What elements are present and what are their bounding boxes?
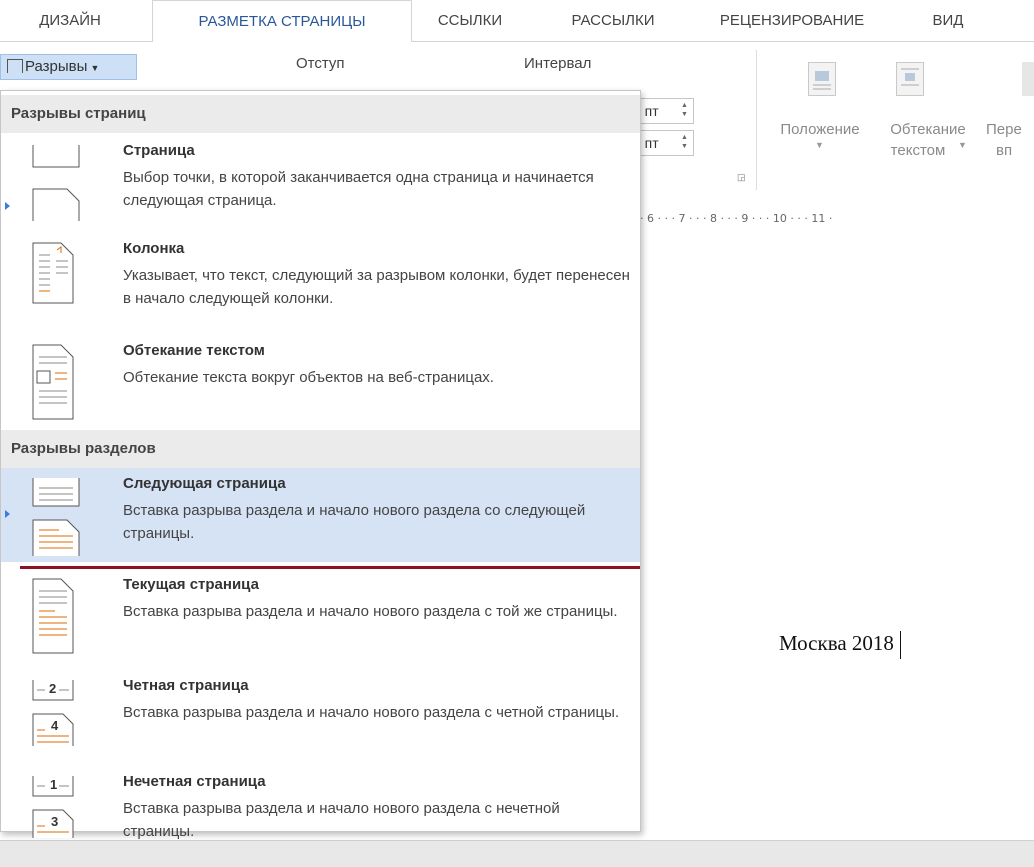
even-page-number-bottom: 4 (51, 718, 59, 733)
chevron-down-icon: ▼ (958, 140, 967, 150)
menu-item-odd-page[interactable]: 1 3 Нечетная страница Вставка разрыва ра… (1, 766, 640, 840)
breaks-button[interactable]: Разрывы ▼ (0, 54, 137, 80)
menu-item-desc: Вставка разрыва раздела и начало нового … (123, 704, 620, 721)
spinner-arrows-icon[interactable]: ▲ ▼ (681, 133, 690, 151)
tab-design[interactable]: ДИЗАЙН (18, 0, 122, 43)
menu-item-title: Четная страница (123, 677, 249, 694)
menu-item-title: Текущая страница (123, 576, 259, 593)
bring-forward-icon[interactable] (1022, 62, 1034, 96)
group-divider (756, 50, 757, 190)
bring-forward-label[interactable]: Пере (986, 119, 1034, 140)
wrap-text-icon[interactable] (896, 62, 924, 96)
document-text[interactable]: Москва 2018 (779, 631, 901, 660)
selection-bar (20, 566, 640, 569)
dialog-launcher-icon[interactable]: ◲ (737, 172, 746, 183)
status-bar (0, 840, 1034, 867)
menu-item-title: Колонка (123, 240, 185, 257)
tab-view[interactable]: ВИД (918, 0, 978, 43)
menu-item-title: Обтекание текстом (123, 342, 265, 359)
menu-item-desc: Вставка разрыва раздела и начало нового … (123, 800, 560, 840)
spacing-label: Интервал (524, 55, 592, 72)
indent-label: Отступ (296, 55, 345, 72)
menu-item-desc: Вставка разрыва раздела и начало нового … (123, 603, 618, 620)
even-page-icon: 2 4 (25, 678, 85, 750)
next-page-icon (25, 476, 85, 556)
horizontal-ruler[interactable]: · 6 · · · 7 · · · 8 · · · 9 · · · 10 · ·… (640, 206, 1034, 232)
odd-page-number-top: 1 (50, 777, 58, 792)
page-break-icon (25, 143, 85, 221)
text-wrapping-icon (25, 343, 85, 420)
menu-item-desc: Выбор точки, в которой заканчивается одн… (123, 169, 594, 209)
section-breaks-header: Разрывы разделов (1, 430, 640, 468)
menu-item-desc: Обтекание текста вокруг объектов на веб-… (123, 369, 494, 386)
bring-forward-label-2: вп (996, 142, 1013, 159)
caret-icon (5, 202, 10, 210)
menu-item-title: Нечетная страница (123, 773, 266, 790)
menu-item-next-page[interactable]: Следующая страница Вставка разрыва разде… (1, 468, 640, 562)
menu-item-page-break[interactable]: Страница Выбор точки, в которой заканчив… (1, 135, 640, 231)
chevron-down-icon: ▼ (815, 140, 824, 150)
menu-item-even-page[interactable]: 2 4 Четная страница Вставка разрыва разд… (1, 670, 640, 760)
document-text-content: Москва 2018 (779, 631, 894, 655)
even-page-number-top: 2 (49, 681, 57, 696)
tab-page-layout[interactable]: РАЗМЕТКА СТРАНИЦЫ (152, 0, 412, 43)
menu-item-desc: Указывает, что текст, следующий за разры… (123, 267, 630, 307)
tab-review[interactable]: РЕЦЕНЗИРОВАНИЕ (700, 0, 884, 43)
menu-item-continuous[interactable]: Текущая страница Вставка разрыва раздела… (1, 569, 640, 661)
wrap-text-button-label[interactable]: Обтекание (872, 119, 984, 140)
continuous-icon (25, 577, 85, 654)
position-icon[interactable] (808, 62, 836, 96)
odd-page-number-bottom: 3 (51, 814, 59, 829)
ribbon-tabs: ДИЗАЙН РАЗМЕТКА СТРАНИЦЫ ССЫЛКИ РАССЫЛКИ… (0, 0, 1034, 43)
spinner-arrows-icon[interactable]: ▲ ▼ (681, 101, 690, 119)
odd-page-icon: 1 3 (25, 774, 85, 846)
page-breaks-header: Разрывы страниц (1, 95, 640, 133)
breaks-button-label: Разрывы (25, 58, 88, 75)
menu-item-column-break[interactable]: Колонка Указывает, что текст, следующий … (1, 233, 640, 329)
breaks-icon (7, 59, 23, 73)
breaks-dropdown-menu: Разрывы страниц Страница Выбор точки, в … (0, 90, 641, 840)
menu-item-title: Следующая страница (123, 475, 286, 492)
column-break-icon (25, 241, 85, 313)
caret-icon (5, 510, 10, 518)
menu-item-desc: Вставка разрыва раздела и начало нового … (123, 502, 586, 542)
position-button-label[interactable]: Положение (766, 119, 874, 140)
chevron-down-icon: ▼ (90, 63, 100, 73)
menu-item-text-wrapping[interactable]: Обтекание текстом Обтекание текста вокру… (1, 335, 640, 423)
menu-item-title: Страница (123, 142, 195, 159)
tab-references[interactable]: ССЫЛКИ (420, 0, 520, 43)
tab-mailings[interactable]: РАССЫЛКИ (548, 0, 678, 43)
wrap-text-button-label-2: текстом (890, 142, 946, 159)
text-cursor (899, 631, 901, 660)
